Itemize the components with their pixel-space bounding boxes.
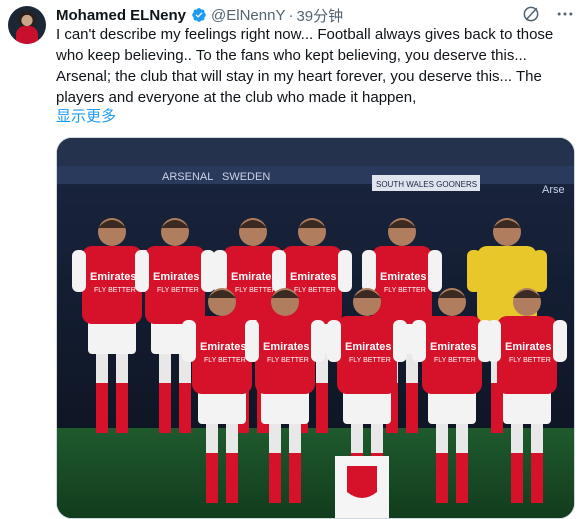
sponsor-sub-text: FLY BETTER	[434, 357, 476, 364]
separator-dot: ·	[288, 6, 294, 24]
sponsor-text: Emirates	[153, 271, 199, 283]
sponsor-sub-text: FLY BETTER	[349, 357, 391, 364]
sponsor-sub-text: FLY BETTER	[94, 287, 136, 294]
sponsor-sub-text: FLY BETTER	[204, 357, 246, 364]
banner-text: SOUTH WALES GOONERS	[376, 180, 477, 189]
sponsor-text: Emirates	[345, 341, 391, 353]
board-text-arsenal: ARSENAL	[162, 171, 213, 183]
sponsor-sub-text: FLY BETTER	[157, 287, 199, 294]
sponsor-sub-text: FLY BETTER	[384, 287, 426, 294]
tweet-header: Mohamed ELNeny @ElNennY · 39分钟	[56, 4, 575, 26]
tweet-time[interactable]: 39分钟	[296, 5, 343, 26]
sponsor-text: Emirates	[90, 271, 136, 283]
sponsor-sub-text: FLY BETTER	[509, 357, 551, 364]
sponsor-text: Emirates	[231, 271, 277, 283]
club-crest-icon	[347, 466, 377, 498]
sponsor-sub-text: FLY BETTER	[294, 287, 336, 294]
stadium-board	[57, 166, 574, 184]
sponsor-text: Emirates	[380, 271, 426, 283]
avatar[interactable]	[8, 6, 46, 44]
board-text-arse: Arse	[542, 184, 565, 196]
tweet-photo[interactable]: ARSENAL SWEDEN SOUTH WALES GOONERS Arse …	[56, 137, 575, 519]
team-photo: ARSENAL SWEDEN SOUTH WALES GOONERS Arse …	[57, 138, 574, 518]
sponsor-text: Emirates	[263, 341, 309, 353]
author-name[interactable]: Mohamed ELNeny	[56, 7, 186, 24]
sponsor-sub-text: FLY BETTER	[267, 357, 309, 364]
sponsor-text: Emirates	[290, 271, 336, 283]
sponsor-text: Emirates	[505, 341, 551, 353]
header-actions	[521, 4, 575, 24]
verified-badge-icon	[192, 8, 206, 22]
more-icon[interactable]	[555, 4, 575, 24]
board-text-sweden: SWEDEN	[222, 171, 270, 183]
grok-icon[interactable]	[521, 4, 541, 24]
sponsor-sub-text: FLY BETTER	[235, 287, 277, 294]
avatar-shirt	[16, 26, 38, 44]
author-handle[interactable]: @ElNennY	[211, 7, 285, 24]
sponsor-text: Emirates	[430, 341, 476, 353]
tweet-text: I can't describe my feelings right now..…	[56, 26, 558, 106]
show-more-link[interactable]: 显示更多	[56, 105, 116, 126]
sponsor-text: Emirates	[200, 341, 246, 353]
